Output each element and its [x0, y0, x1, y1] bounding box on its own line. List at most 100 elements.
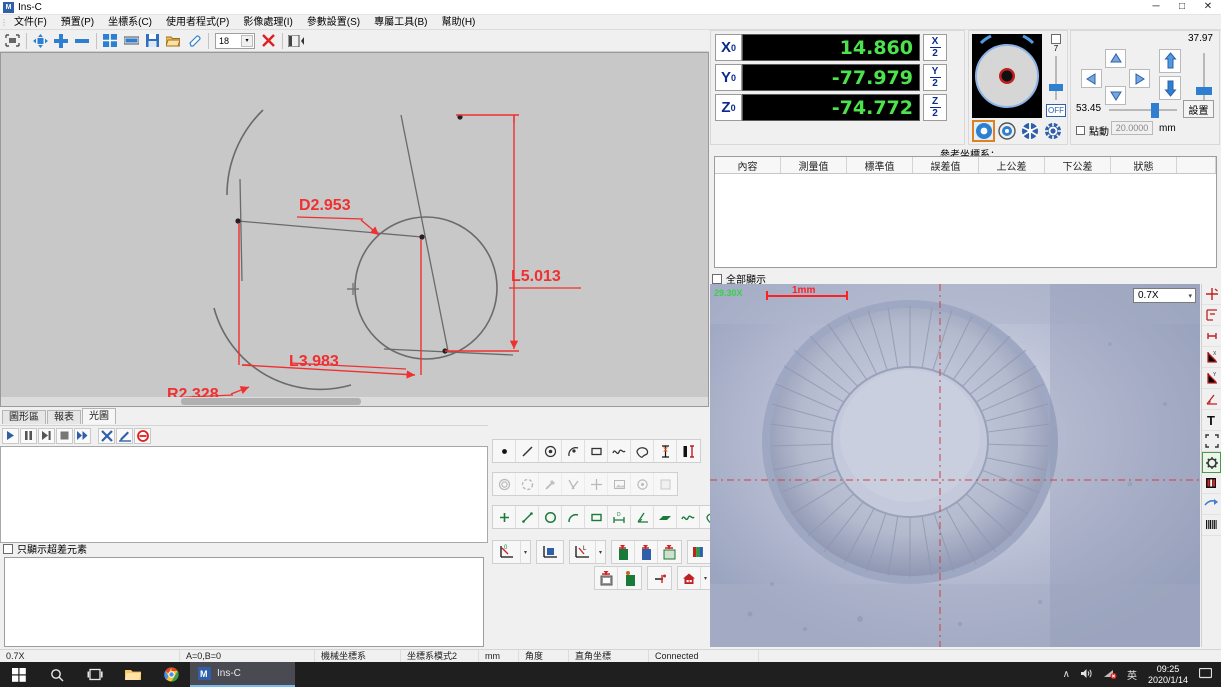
- step-size-input[interactable]: 20.0000: [1111, 121, 1153, 135]
- export-word-button[interactable]: [635, 541, 658, 563]
- text-annotation-icon[interactable]: T: [1202, 410, 1221, 431]
- dimension-diameter[interactable]: D2.953: [299, 197, 351, 215]
- construct-distance-tool[interactable]: D: [608, 506, 631, 528]
- measure-freeform-tool[interactable]: [631, 440, 654, 462]
- measurement-results-table[interactable]: 內容 測量值 標準值 誤差值 上公差 下公差 狀態: [714, 156, 1217, 268]
- zoom-level-select[interactable]: 0.7X ▾: [1133, 288, 1196, 303]
- image-capture-tool[interactable]: [608, 473, 631, 495]
- measure-rectangle-tool[interactable]: [585, 440, 608, 462]
- half-z-button[interactable]: Z 2: [923, 94, 947, 121]
- scrollbar-thumb[interactable]: [181, 398, 361, 405]
- ruler-button[interactable]: [121, 31, 141, 50]
- rotate-tool[interactable]: [516, 473, 539, 495]
- pan-button[interactable]: [30, 31, 50, 50]
- taskbar-taskview-icon[interactable]: [76, 662, 114, 687]
- abort-button[interactable]: [134, 427, 151, 444]
- size-combobox[interactable]: 18 ▾: [215, 32, 255, 49]
- menu-image-processing[interactable]: 影像處理(I): [236, 15, 299, 30]
- construct-plane-tool[interactable]: [654, 506, 677, 528]
- close-button[interactable]: ✕: [1195, 0, 1221, 15]
- construct-arc-tool[interactable]: [562, 506, 585, 528]
- axis-value-z[interactable]: -74.772: [742, 94, 920, 121]
- filmstrip-icon[interactable]: [1202, 473, 1221, 494]
- tray-network-icon[interactable]: [1098, 668, 1122, 682]
- area-tool[interactable]: [654, 473, 677, 495]
- half-x-button[interactable]: X 2: [923, 34, 947, 61]
- taskbar-app-ins-c[interactable]: M Ins-C: [190, 662, 295, 687]
- stop-button[interactable]: [56, 427, 73, 444]
- home-button[interactable]: [678, 567, 701, 589]
- tray-ime-indicator[interactable]: 英: [1122, 667, 1142, 682]
- construct-circle-tool[interactable]: [539, 506, 562, 528]
- delete-button[interactable]: [258, 31, 278, 50]
- xy-speed-slider[interactable]: [1109, 103, 1177, 118]
- open-button[interactable]: [163, 31, 183, 50]
- align-axis-dropdown[interactable]: ▾: [596, 541, 605, 563]
- slider-knob[interactable]: [1196, 87, 1212, 95]
- measure-point-tool[interactable]: [493, 440, 516, 462]
- light-mode-segmented[interactable]: [1041, 120, 1064, 142]
- light-enable-checkbox[interactable]: [1051, 34, 1061, 44]
- slider-knob[interactable]: [1049, 84, 1063, 91]
- step-button[interactable]: [38, 427, 55, 444]
- tolerance-button[interactable]: [648, 567, 671, 589]
- tab-light-chart[interactable]: 光圖: [82, 408, 116, 424]
- home-dropdown[interactable]: ▾: [701, 567, 710, 589]
- settings-gear-icon[interactable]: [1202, 452, 1221, 473]
- play-button[interactable]: [2, 427, 19, 444]
- color-palette-button[interactable]: [688, 541, 711, 563]
- cad-drawing-area[interactable]: D2.953 L5.013 L3.983 R2.328: [0, 52, 709, 407]
- save-coordinate-button[interactable]: [537, 541, 563, 563]
- measure-thickness-tool[interactable]: [677, 440, 700, 462]
- dimension-horizontal-icon[interactable]: [1202, 305, 1221, 326]
- jog-right-button[interactable]: [1129, 69, 1150, 88]
- taskbar-explorer-icon[interactable]: [114, 662, 152, 687]
- measure-point-annotation-icon[interactable]: [1202, 284, 1221, 305]
- tools-button[interactable]: [98, 427, 115, 444]
- fast-forward-button[interactable]: [74, 427, 91, 444]
- fit-to-window-button[interactable]: [2, 31, 22, 50]
- construct-angle-tool[interactable]: [631, 506, 654, 528]
- step-mode-checkbox[interactable]: [1076, 126, 1085, 135]
- eraser-button[interactable]: [184, 31, 204, 50]
- construct-point-tool[interactable]: [493, 506, 516, 528]
- message-log-panel[interactable]: [4, 557, 484, 647]
- construct-line-tool[interactable]: [516, 506, 539, 528]
- dimension-y-icon[interactable]: Y: [1202, 368, 1221, 389]
- save-button[interactable]: [142, 31, 162, 50]
- menu-parameter-settings[interactable]: 參數設置(S): [300, 15, 367, 30]
- menu-user-program[interactable]: 使用者程式(P): [159, 15, 236, 30]
- expand-icon[interactable]: [1202, 431, 1221, 452]
- jog-z-down-button[interactable]: [1159, 76, 1181, 100]
- dimension-length-horizontal[interactable]: L3.983: [289, 353, 339, 371]
- menu-help[interactable]: 幫助(H): [435, 15, 483, 30]
- export-image-button[interactable]: [595, 567, 618, 589]
- taskbar-search-icon[interactable]: [38, 662, 76, 687]
- construct-curve-tool[interactable]: [677, 506, 700, 528]
- taskbar-chrome-icon[interactable]: [152, 662, 190, 687]
- cad-horizontal-scrollbar[interactable]: [1, 397, 708, 406]
- zoom-in-button[interactable]: [51, 31, 71, 50]
- zoom-out-button[interactable]: [72, 31, 92, 50]
- light-intensity-slider[interactable]: 7 OFF: [1046, 34, 1066, 118]
- jog-left-button[interactable]: [1081, 69, 1102, 88]
- export-excel-button[interactable]: [612, 541, 635, 563]
- center-point-tool[interactable]: [631, 473, 654, 495]
- pause-button[interactable]: [20, 427, 37, 444]
- export-excel-template-button[interactable]: [618, 567, 641, 589]
- element-list-panel[interactable]: [0, 446, 488, 543]
- set-origin-button[interactable]: 0: [493, 541, 521, 563]
- menu-special-tools[interactable]: 專屬工具(B): [367, 15, 434, 30]
- axis-value-x[interactable]: 14.860: [742, 34, 920, 61]
- show-all-checkbox[interactable]: [712, 273, 722, 284]
- dimension-length-vertical[interactable]: L5.013: [511, 268, 561, 286]
- taskbar-clock[interactable]: 09:25 2020/1/14: [1142, 664, 1194, 686]
- tray-chevron-icon[interactable]: ∧: [1058, 669, 1075, 680]
- windows-start-icon[interactable]: [0, 662, 38, 687]
- menu-file[interactable]: 文件(F): [7, 15, 54, 30]
- angle-tool[interactable]: [562, 473, 585, 495]
- crosshair-tool[interactable]: [585, 473, 608, 495]
- light-mode-quadrant[interactable]: [1018, 120, 1041, 142]
- align-axis-button[interactable]: L: [570, 541, 596, 563]
- half-y-button[interactable]: Y 2: [923, 64, 947, 91]
